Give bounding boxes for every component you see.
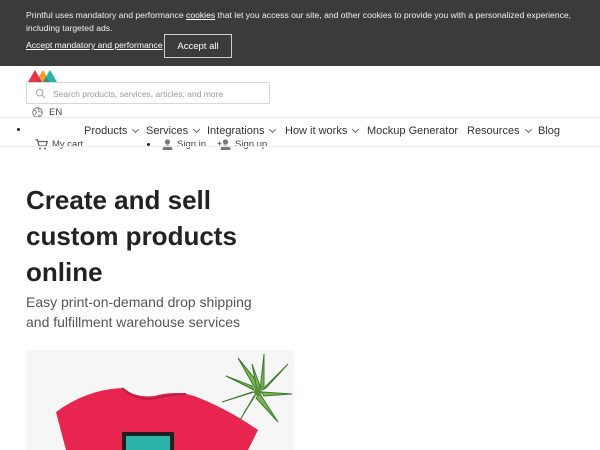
nav-bullet: [17, 128, 20, 131]
nav-divider: [0, 117, 600, 118]
search-icon: [35, 88, 46, 99]
accept-mandatory-link[interactable]: Accept mandatory and performance: [26, 40, 163, 50]
cookie-banner: Printful uses mandatory and performance …: [0, 0, 600, 66]
add-user-icon: [217, 139, 231, 150]
cookie-message: Printful uses mandatory and performance …: [26, 9, 586, 35]
sign-in-label: Sign in: [177, 139, 207, 150]
chevron-down-icon: [524, 125, 532, 134]
cart-link[interactable]: My cart: [35, 139, 83, 150]
nav-item-how-it-works[interactable]: How it works: [285, 125, 360, 137]
printful-logo[interactable]: [28, 68, 58, 82]
nav-label: Integrations: [207, 125, 265, 137]
chevron-down-icon: [352, 125, 360, 134]
nav-item-mockup-generator[interactable]: Mockup Generator: [367, 125, 458, 137]
hero-title-line: Create and sell: [26, 185, 211, 215]
hero-title-line: online: [26, 257, 103, 287]
user-icon: [162, 139, 173, 150]
search-box[interactable]: [26, 82, 270, 104]
hero-title: Create and sell custom products online: [26, 182, 326, 290]
search-input[interactable]: [53, 86, 263, 101]
hero-subtitle-line: and fulfillment warehouse services: [26, 314, 240, 330]
nav-item-integrations[interactable]: Integrations: [207, 125, 277, 137]
hero-title-line: custom products: [26, 221, 237, 251]
sign-up-label: Sign up: [235, 139, 268, 150]
sign-in-link[interactable]: Sign in: [162, 139, 206, 150]
nav-label: Mockup Generator: [367, 125, 459, 137]
globe-icon: [32, 106, 43, 118]
cart-icon: [35, 139, 48, 150]
nav-label: Services: [146, 125, 189, 137]
nav-item-blog[interactable]: Blog: [538, 125, 560, 137]
nav-item-resources[interactable]: Resources: [467, 125, 532, 137]
cart-label: My cart: [52, 139, 84, 150]
accept-all-button[interactable]: Accept all: [164, 34, 232, 58]
hero-subtitle: Easy print-on-demand drop shipping and f…: [26, 292, 326, 332]
language-label: EN: [49, 106, 63, 118]
hero-product-image: [26, 350, 294, 450]
cookies-link[interactable]: cookies: [186, 10, 215, 20]
hero-subtitle-line: Easy print-on-demand drop shipping: [26, 294, 252, 310]
nav-label: Resources: [467, 125, 520, 137]
chevron-down-icon: [132, 125, 140, 134]
nav-item-services[interactable]: Services: [146, 125, 201, 137]
nav-label: Products: [84, 125, 128, 137]
sign-up-link[interactable]: Sign up: [217, 139, 267, 150]
chevron-down-icon: [193, 125, 201, 134]
nav-label: Blog: [538, 125, 561, 137]
cookie-text-before: Printful uses mandatory and performance: [26, 10, 187, 20]
chevron-down-icon: [269, 125, 277, 134]
nav-item-products[interactable]: Products: [84, 125, 140, 137]
nav-label: How it works: [285, 125, 348, 137]
nav-divider: [0, 146, 600, 147]
